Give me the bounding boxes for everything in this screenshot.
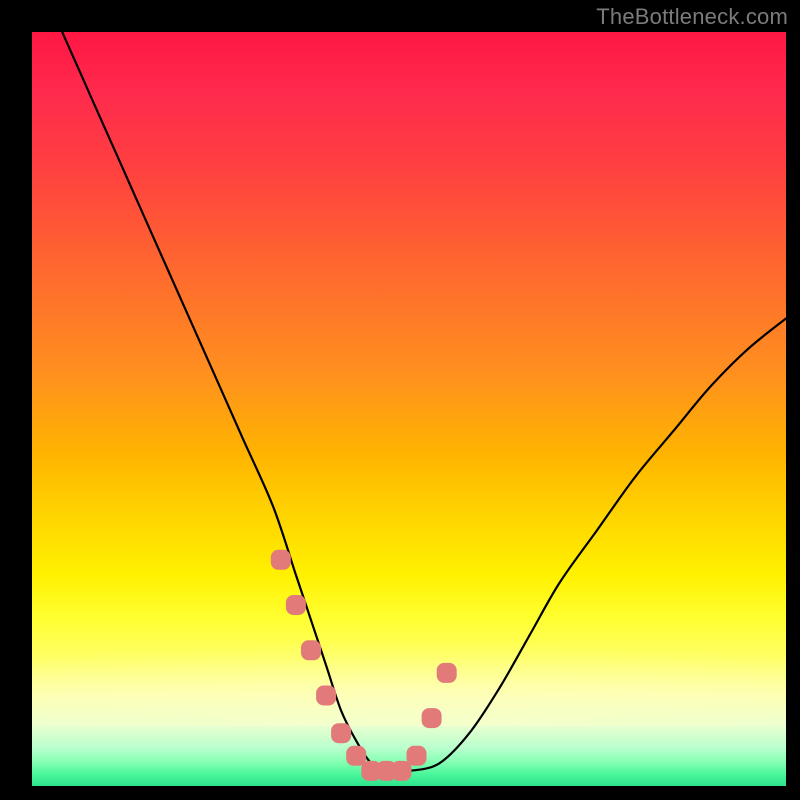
- highlight-marker: [286, 595, 306, 615]
- highlight-marker: [271, 550, 291, 570]
- highlight-marker: [407, 746, 427, 766]
- highlight-marker: [437, 663, 457, 683]
- plot-area: [32, 32, 786, 786]
- highlight-marker: [422, 708, 442, 728]
- bottleneck-curve-path: [62, 32, 786, 772]
- highlight-marker: [316, 686, 336, 706]
- highlight-marker: [331, 723, 351, 743]
- highlight-marker: [346, 746, 366, 766]
- highlight-marker: [301, 640, 321, 660]
- chart-stage: TheBottleneck.com: [0, 0, 800, 800]
- watermark-text: TheBottleneck.com: [596, 4, 788, 30]
- highlight-marker: [392, 761, 412, 781]
- curve-layer: [32, 32, 786, 786]
